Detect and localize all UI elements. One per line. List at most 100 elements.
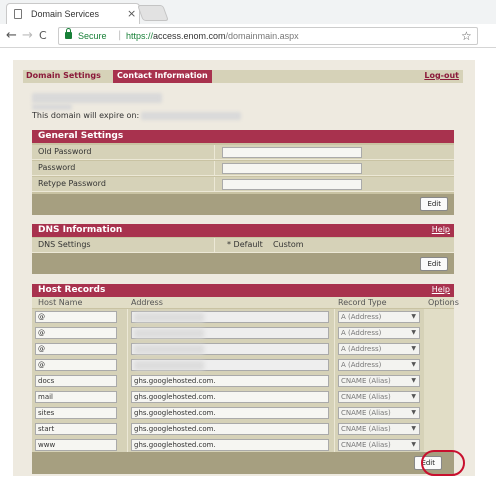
- options-cell: [424, 357, 454, 373]
- general-settings-header: General Settings: [32, 130, 454, 143]
- options-cell: [424, 373, 454, 389]
- address-input[interactable]: [131, 343, 329, 355]
- host-records-help-link[interactable]: Help: [432, 285, 450, 294]
- host-name-input[interactable]: start: [35, 423, 117, 435]
- general-settings-footer: Edit: [32, 194, 454, 215]
- address-input[interactable]: [131, 359, 329, 371]
- table-row: @ A (Address) ▼: [32, 357, 454, 373]
- dns-option-default[interactable]: * Default: [227, 240, 263, 249]
- browser-tab-bar: Domain Services ×: [0, 0, 496, 24]
- redacted-address: [134, 345, 204, 354]
- host-name-input[interactable]: @: [35, 343, 117, 355]
- address-input[interactable]: ghs.googlehosted.com.: [131, 407, 329, 419]
- dns-option-custom[interactable]: Custom: [273, 240, 304, 249]
- table-row: www ghs.googlehosted.com. CNAME (Alias) ▼: [32, 437, 454, 453]
- dns-edit-button[interactable]: Edit: [420, 257, 448, 271]
- field-row-retype-password: Retype Password: [32, 177, 454, 192]
- record-type-select[interactable]: A (Address) ▼: [338, 343, 420, 355]
- address-input[interactable]: ghs.googlehosted.com.: [131, 375, 329, 387]
- secure-label: Secure: [78, 31, 107, 41]
- top-nav-bar: Domain Settings Contact Information Log-…: [23, 70, 463, 83]
- back-arrow-icon[interactable]: ←: [6, 28, 17, 43]
- options-cell: [424, 341, 454, 357]
- chevron-down-icon: ▼: [411, 345, 416, 352]
- chevron-down-icon: ▼: [411, 329, 416, 336]
- host-name-input[interactable]: @: [35, 359, 117, 371]
- table-row: @ A (Address) ▼: [32, 309, 454, 325]
- dns-information-footer: Edit: [32, 253, 454, 274]
- address-input[interactable]: [131, 311, 329, 323]
- dns-information-header: DNS Information Help: [32, 224, 454, 237]
- highlight-annotation-ring: [421, 450, 465, 476]
- address-bar[interactable]: Secure | https://access.enom.com/domainm…: [58, 27, 478, 45]
- general-settings-edit-button[interactable]: Edit: [420, 197, 448, 211]
- url-text[interactable]: https://access.enom.com/domainmain.aspx: [126, 31, 299, 41]
- address-input[interactable]: [131, 327, 329, 339]
- host-name-input[interactable]: www: [35, 439, 117, 451]
- host-records-header: Host Records Help: [32, 284, 454, 297]
- expire-label: This domain will expire on:: [32, 111, 140, 120]
- field-label: Retype Password: [38, 179, 106, 188]
- host-name-input[interactable]: sites: [35, 407, 117, 419]
- forward-arrow-icon[interactable]: →: [22, 28, 33, 43]
- chevron-down-icon: ▼: [411, 409, 416, 416]
- record-type-select[interactable]: CNAME (Alias) ▼: [338, 407, 420, 419]
- col-record-type: Record Type: [338, 298, 387, 307]
- bookmark-star-icon[interactable]: ☆: [461, 29, 472, 43]
- close-icon[interactable]: ×: [127, 7, 136, 20]
- record-type-select[interactable]: CNAME (Alias) ▼: [338, 439, 420, 451]
- new-tab-button[interactable]: [137, 5, 169, 21]
- reload-icon[interactable]: C: [39, 29, 47, 42]
- tab-contact-information[interactable]: Contact Information: [113, 70, 212, 83]
- browser-toolbar: ← → C Secure | https://access.enom.com/d…: [0, 24, 496, 48]
- dns-help-link[interactable]: Help: [432, 225, 450, 234]
- table-row: docs ghs.googlehosted.com. CNAME (Alias) ▼: [32, 373, 454, 389]
- chevron-down-icon: ▼: [411, 377, 416, 384]
- table-row: @ A (Address) ▼: [32, 325, 454, 341]
- panel-title: DNS Information: [38, 225, 123, 235]
- panel-title: Host Records: [38, 285, 106, 295]
- host-name-input[interactable]: @: [35, 327, 117, 339]
- redacted-domain-name: [32, 93, 162, 103]
- host-records-footer: Edit: [32, 452, 454, 474]
- col-address: Address: [131, 298, 163, 307]
- panel-title: General Settings: [38, 131, 124, 141]
- host-name-input[interactable]: mail: [35, 391, 117, 403]
- host-name-input[interactable]: @: [35, 311, 117, 323]
- tab-domain-settings[interactable]: Domain Settings: [26, 71, 101, 80]
- logout-link[interactable]: Log-out: [424, 71, 459, 80]
- old-password-input[interactable]: [222, 147, 362, 158]
- record-type-select[interactable]: A (Address) ▼: [338, 359, 420, 371]
- options-cell: [424, 325, 454, 341]
- password-input[interactable]: [222, 163, 362, 174]
- address-input[interactable]: ghs.googlehosted.com.: [131, 439, 329, 451]
- record-type-select[interactable]: A (Address) ▼: [338, 327, 420, 339]
- address-input[interactable]: ghs.googlehosted.com.: [131, 423, 329, 435]
- redacted-address: [134, 329, 204, 338]
- address-input[interactable]: ghs.googlehosted.com.: [131, 391, 329, 403]
- options-cell: [424, 405, 454, 421]
- options-cell: [424, 309, 454, 325]
- table-row: start ghs.googlehosted.com. CNAME (Alias) ▼: [32, 421, 454, 437]
- record-type-select[interactable]: CNAME (Alias) ▼: [338, 423, 420, 435]
- record-type-select[interactable]: CNAME (Alias) ▼: [338, 375, 420, 387]
- table-row: @ A (Address) ▼: [32, 341, 454, 357]
- redacted-text: [32, 104, 72, 110]
- record-type-select[interactable]: CNAME (Alias) ▼: [338, 391, 420, 403]
- host-records-column-header: Host Name Address Record Type Options: [32, 297, 459, 308]
- host-records-panel: Host Records Help Host Name Address Reco…: [32, 284, 459, 474]
- redacted-address: [134, 313, 204, 322]
- field-label: DNS Settings: [38, 240, 91, 249]
- lock-icon: [65, 28, 72, 39]
- chevron-down-icon: ▼: [411, 441, 416, 448]
- retype-password-input[interactable]: [222, 179, 362, 190]
- host-name-input[interactable]: docs: [35, 375, 117, 387]
- general-settings-panel: General Settings Old Password Password R…: [32, 130, 454, 215]
- tab-title: Domain Services: [31, 9, 100, 19]
- browser-tab[interactable]: Domain Services ×: [6, 3, 140, 24]
- chevron-down-icon: ▼: [411, 313, 416, 320]
- field-label: Password: [38, 163, 76, 172]
- redacted-address: [134, 361, 204, 370]
- table-row: sites ghs.googlehosted.com. CNAME (Alias) ▼: [32, 405, 454, 421]
- record-type-select[interactable]: A (Address) ▼: [338, 311, 420, 323]
